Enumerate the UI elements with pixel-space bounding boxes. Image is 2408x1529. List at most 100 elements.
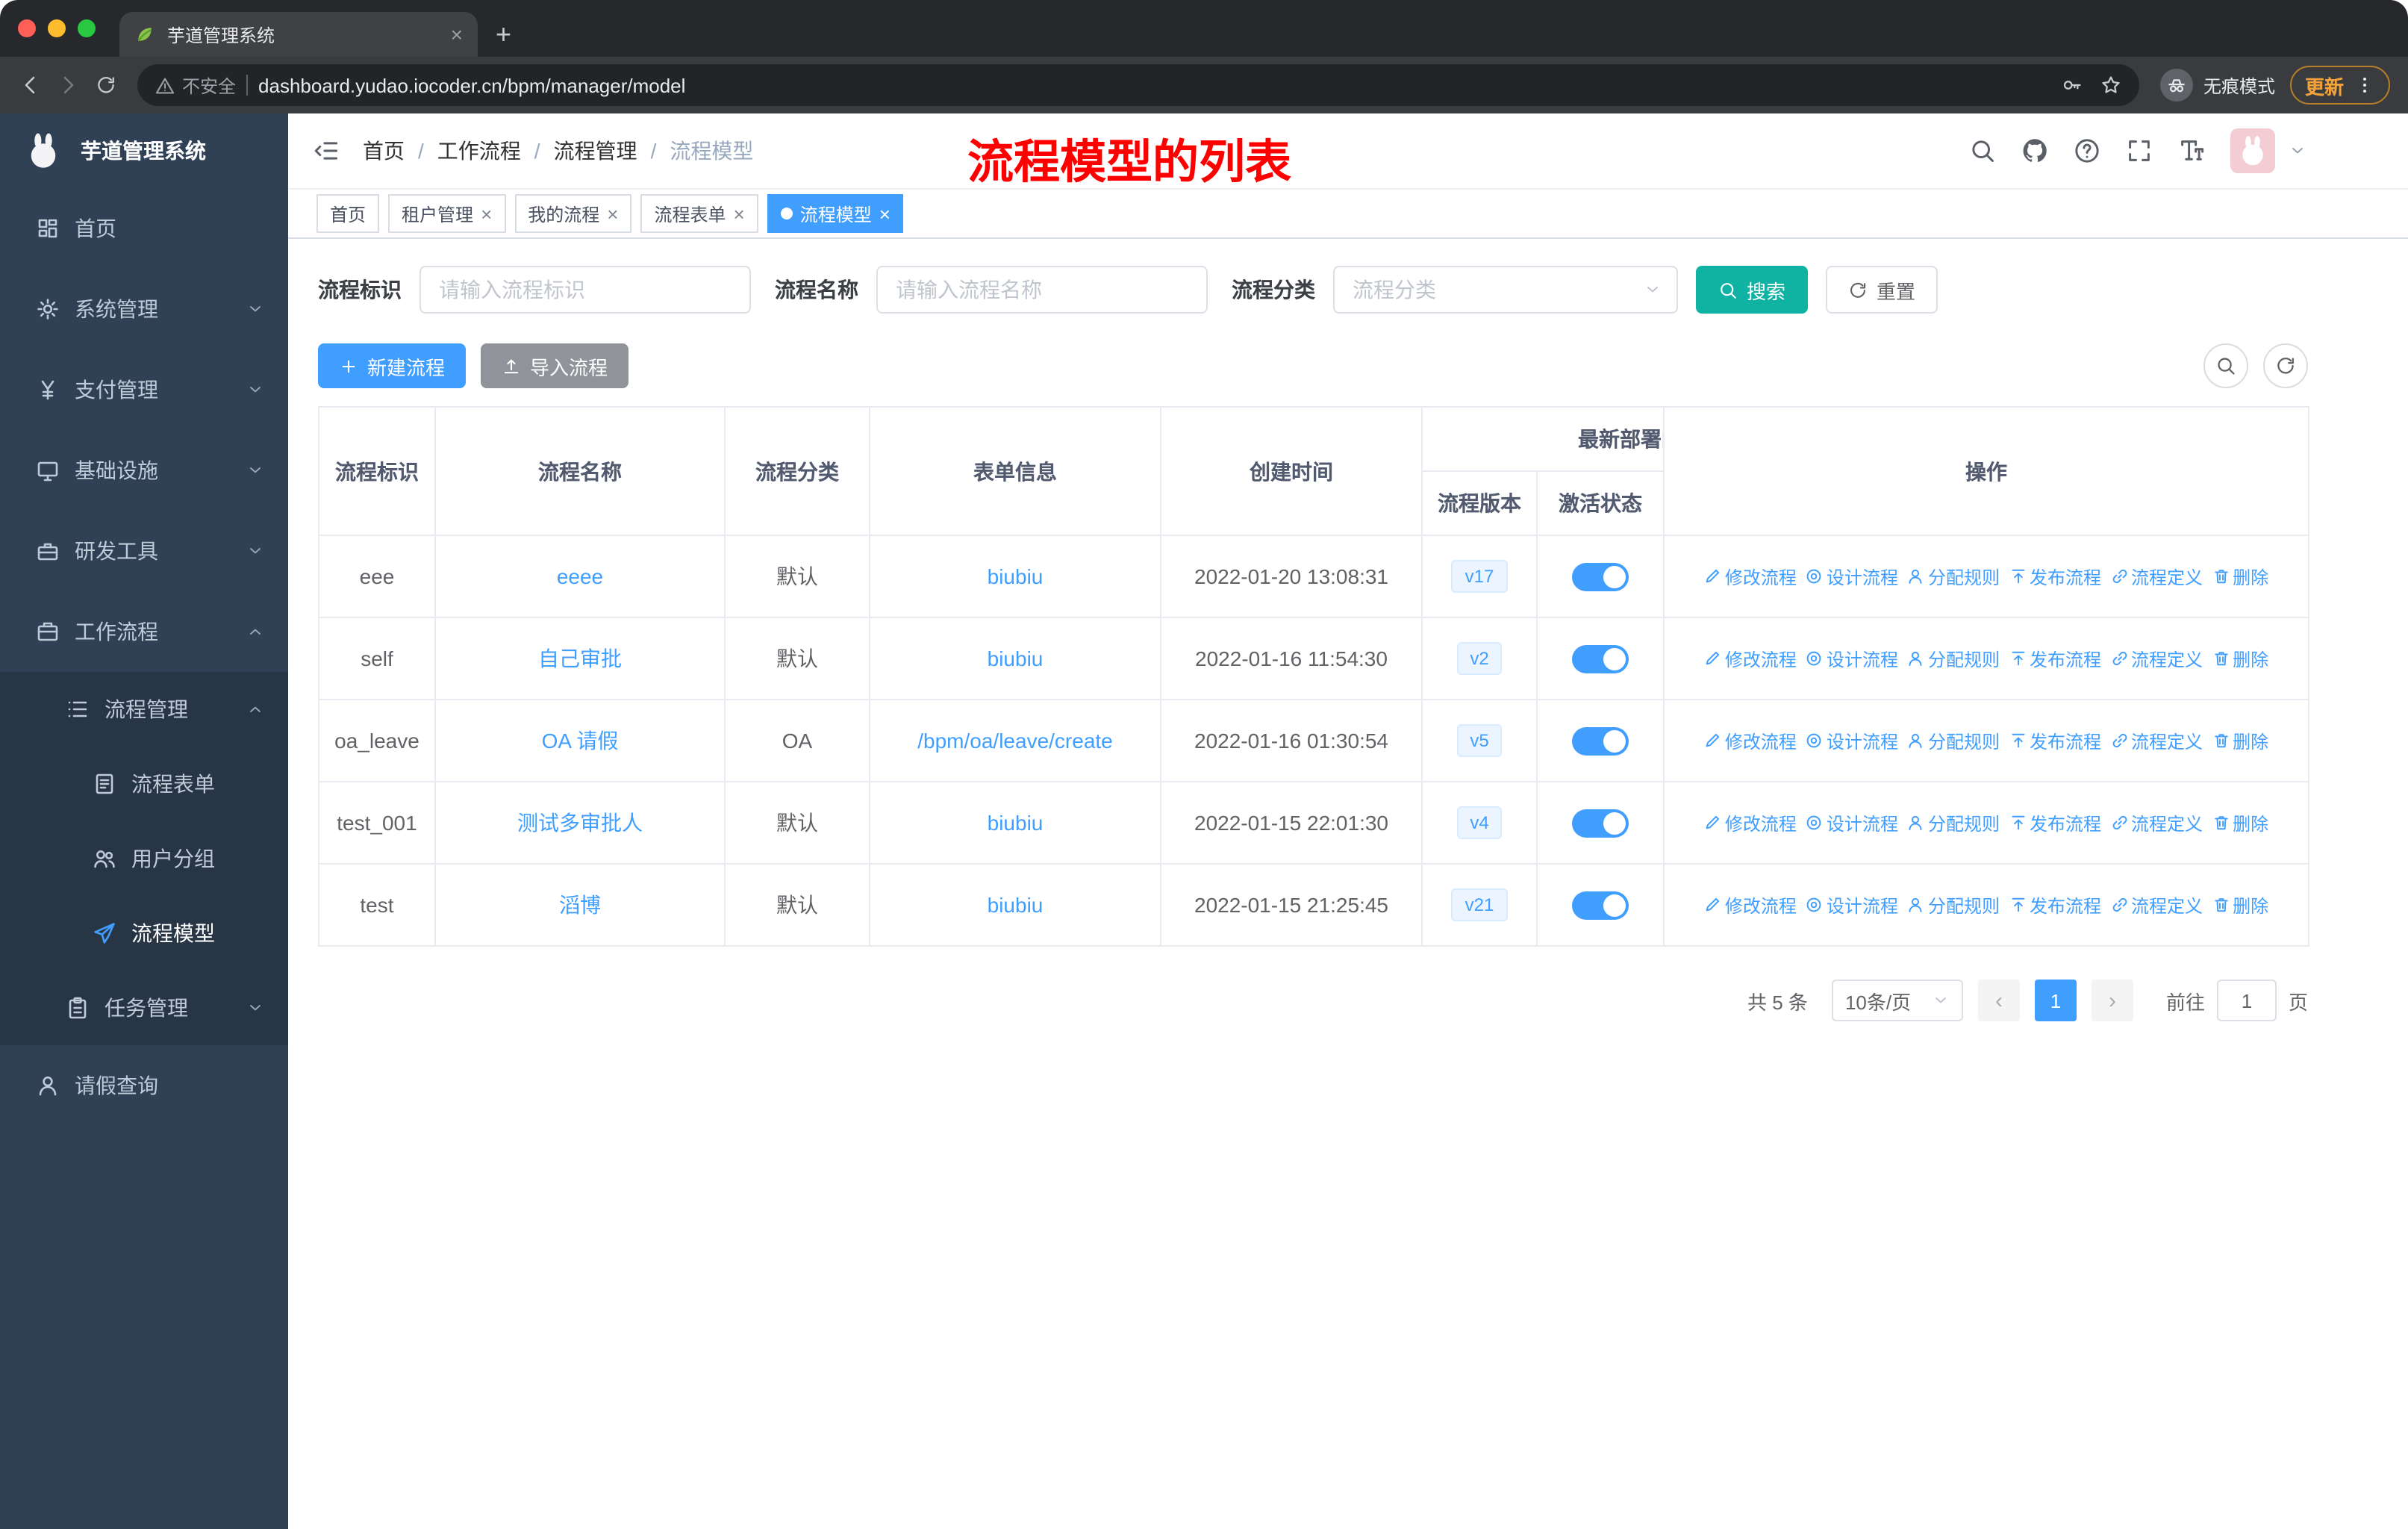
process-name-link[interactable]: 自己审批	[538, 647, 622, 670]
tag-process-form[interactable]: 流程表单 ×	[640, 194, 758, 233]
action-modify-process[interactable]: 修改流程	[1704, 810, 1797, 835]
action-assign-rule[interactable]: 分配规则	[1907, 564, 2000, 589]
sidebar-fold-button[interactable]	[312, 137, 339, 164]
search-icon[interactable]	[1969, 137, 1996, 164]
sidebar-item-workflow[interactable]: 工作流程	[0, 591, 288, 672]
form-info-link[interactable]: /bpm/oa/leave/create	[917, 729, 1113, 753]
breadcrumb-process-management[interactable]: 流程管理	[554, 136, 637, 166]
process-name-link[interactable]: 测试多审批人	[517, 811, 643, 835]
toggle-search-button[interactable]	[2203, 343, 2248, 388]
category-select[interactable]: 流程分类	[1333, 266, 1678, 314]
active-toggle[interactable]	[1572, 726, 1629, 755]
avatar-caret-icon[interactable]	[2289, 142, 2306, 160]
form-info-link[interactable]: biubiu	[988, 647, 1044, 670]
breadcrumb-home[interactable]: 首页	[363, 136, 405, 166]
action-modify-process[interactable]: 修改流程	[1704, 564, 1797, 589]
action-assign-rule[interactable]: 分配规则	[1907, 892, 2000, 918]
close-icon[interactable]: ×	[734, 204, 745, 223]
prev-page-button[interactable]: ‹	[1977, 980, 2020, 1021]
sidebar-item-process-management[interactable]: 流程管理	[0, 672, 288, 747]
forward-button[interactable]	[57, 73, 81, 97]
process-name-link[interactable]: eeee	[557, 564, 603, 588]
new-tab-button[interactable]: +	[496, 21, 511, 48]
key-icon[interactable]	[2062, 75, 2083, 96]
action-design-process[interactable]: 设计流程	[1806, 564, 1898, 589]
action-modify-process[interactable]: 修改流程	[1704, 728, 1797, 753]
goto-page-input[interactable]	[2216, 980, 2277, 1021]
action-delete[interactable]: 删除	[2212, 564, 2268, 589]
form-info-link[interactable]: biubiu	[988, 564, 1044, 588]
sidebar-item-system[interactable]: 系统管理	[0, 269, 288, 349]
action-publish-process[interactable]: 发布流程	[2009, 646, 2101, 671]
page-1-button[interactable]: 1	[2034, 980, 2077, 1021]
active-toggle[interactable]	[1572, 809, 1629, 837]
action-process-definition[interactable]: 流程定义	[2110, 892, 2203, 918]
action-publish-process[interactable]: 发布流程	[2009, 892, 2101, 918]
action-modify-process[interactable]: 修改流程	[1704, 892, 1797, 918]
action-design-process[interactable]: 设计流程	[1806, 892, 1898, 918]
search-button[interactable]: 搜索	[1696, 266, 1809, 314]
action-delete[interactable]: 删除	[2212, 646, 2268, 671]
action-delete[interactable]: 删除	[2212, 810, 2268, 835]
sidebar-item-task-management[interactable]: 任务管理	[0, 971, 288, 1045]
sidebar-item-home[interactable]: 首页	[0, 188, 288, 269]
action-publish-process[interactable]: 发布流程	[2009, 564, 2101, 589]
action-delete[interactable]: 删除	[2212, 728, 2268, 753]
refresh-table-button[interactable]	[2263, 343, 2308, 388]
sidebar-item-infra[interactable]: 基础设施	[0, 430, 288, 511]
tag-tenant[interactable]: 租户管理 ×	[388, 194, 506, 233]
active-toggle[interactable]	[1572, 891, 1629, 919]
sidebar-item-process-model[interactable]: 流程模型	[0, 896, 288, 971]
help-icon[interactable]	[2074, 137, 2100, 164]
action-process-definition[interactable]: 流程定义	[2110, 810, 2203, 835]
action-design-process[interactable]: 设计流程	[1806, 728, 1898, 753]
action-assign-rule[interactable]: 分配规则	[1907, 810, 2000, 835]
action-assign-rule[interactable]: 分配规则	[1907, 728, 2000, 753]
browser-tab[interactable]: 芋道管理系统 ×	[119, 12, 478, 57]
next-page-button[interactable]: ›	[2091, 980, 2133, 1021]
active-toggle[interactable]	[1572, 562, 1629, 591]
action-process-definition[interactable]: 流程定义	[2110, 564, 2203, 589]
action-publish-process[interactable]: 发布流程	[2009, 810, 2101, 835]
create-process-button[interactable]: 新建流程	[318, 343, 467, 388]
import-process-button[interactable]: 导入流程	[481, 343, 629, 388]
form-info-link[interactable]: biubiu	[988, 893, 1044, 917]
window-zoom-button[interactable]	[78, 19, 96, 37]
action-process-definition[interactable]: 流程定义	[2110, 646, 2203, 671]
action-delete[interactable]: 删除	[2212, 892, 2268, 918]
font-size-icon[interactable]	[2178, 137, 2205, 164]
sidebar-item-payment[interactable]: 支付管理	[0, 349, 288, 430]
active-toggle[interactable]	[1572, 644, 1629, 673]
address-bar[interactable]: 不安全 dashboard.yudao.iocoder.cn/bpm/manag…	[137, 64, 2139, 106]
window-minimize-button[interactable]	[48, 19, 66, 37]
reset-button[interactable]: 重置	[1826, 266, 1938, 314]
tag-process-model[interactable]: 流程模型 ×	[767, 194, 904, 233]
avatar[interactable]	[2230, 128, 2275, 173]
tag-home[interactable]: 首页	[316, 194, 380, 233]
process-name-link[interactable]: OA 请假	[542, 729, 619, 753]
close-icon[interactable]: ×	[879, 204, 890, 223]
github-icon[interactable]	[2021, 137, 2048, 164]
process-name-link[interactable]: 滔博	[559, 893, 601, 917]
process-name-input[interactable]	[876, 266, 1208, 314]
sidebar-item-leave-query[interactable]: 请假查询	[0, 1045, 288, 1126]
browser-update-button[interactable]: 更新	[2289, 66, 2390, 105]
close-icon[interactable]: ×	[607, 204, 618, 223]
browser-menu-dots-icon[interactable]	[2354, 75, 2375, 96]
back-button[interactable]	[18, 73, 42, 97]
sidebar-item-devtools[interactable]: 研发工具	[0, 511, 288, 591]
action-design-process[interactable]: 设计流程	[1806, 646, 1898, 671]
window-close-button[interactable]	[18, 19, 36, 37]
sidebar-item-process-form[interactable]: 流程表单	[0, 747, 288, 821]
fullscreen-icon[interactable]	[2126, 137, 2153, 164]
close-icon[interactable]: ×	[481, 204, 492, 223]
breadcrumb-workflow[interactable]: 工作流程	[437, 136, 521, 166]
action-process-definition[interactable]: 流程定义	[2110, 728, 2203, 753]
action-design-process[interactable]: 设计流程	[1806, 810, 1898, 835]
security-warning-chip[interactable]: 不安全	[155, 72, 236, 98]
action-publish-process[interactable]: 发布流程	[2009, 728, 2101, 753]
bookmark-star-icon[interactable]	[2100, 75, 2121, 96]
reload-button[interactable]	[96, 75, 116, 96]
process-key-input[interactable]	[419, 266, 751, 314]
action-modify-process[interactable]: 修改流程	[1704, 646, 1797, 671]
